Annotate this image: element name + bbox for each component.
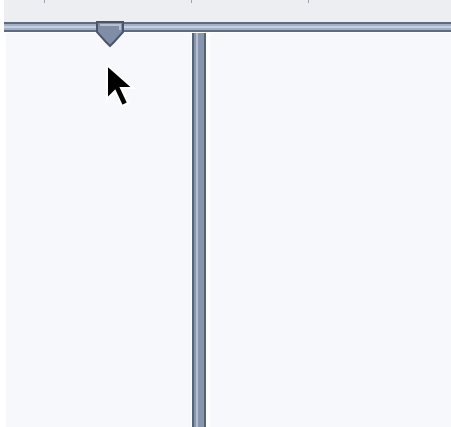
text-column-right[interactable] bbox=[210, 33, 451, 427]
column-divider[interactable] bbox=[191, 33, 210, 427]
window-edge bbox=[0, 0, 4, 427]
text-column-left[interactable] bbox=[6, 33, 191, 427]
column-divider-bar[interactable] bbox=[192, 33, 206, 427]
ruler-tick bbox=[308, 0, 309, 3]
horizontal-ruler[interactable] bbox=[4, 22, 451, 32]
indent-marker-icon[interactable] bbox=[96, 20, 126, 50]
ruler-tick bbox=[44, 0, 45, 3]
ruler-background bbox=[0, 0, 451, 22]
document-editor-view bbox=[0, 0, 451, 427]
mouse-pointer-icon bbox=[106, 63, 135, 108]
ruler-tick bbox=[191, 0, 192, 3]
